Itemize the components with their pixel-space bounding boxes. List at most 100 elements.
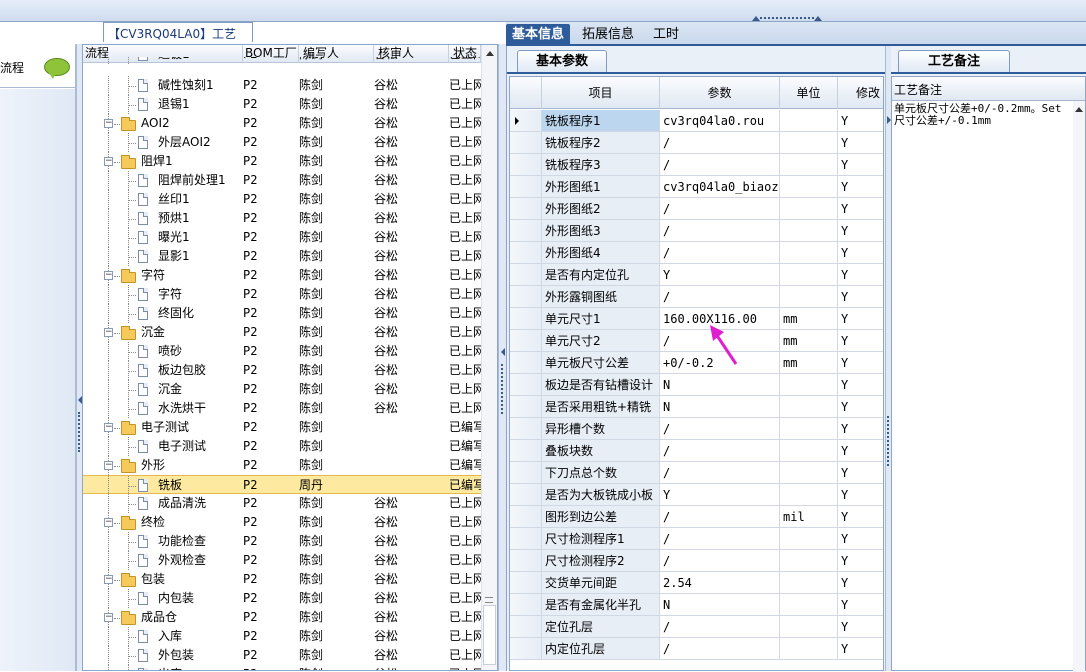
tab-work-hours[interactable]: 工时 <box>647 24 685 46</box>
param-modify-cell[interactable]: Y <box>838 198 883 220</box>
notes-text[interactable]: 单元板尺寸公差+0/-0.2mm。Set尺寸公差+/-0.1mm <box>894 103 1072 127</box>
tree-row[interactable]: 电子测试 P2 陈剑 已编写 <box>83 437 481 456</box>
collapse-toggle-icon[interactable]: − <box>104 423 113 432</box>
tree-row-label[interactable]: 曝光1 <box>158 228 190 247</box>
tree-row[interactable]: 铣板 P2 周丹 已编写 <box>83 475 481 495</box>
tree-row-label[interactable]: 成品清洗 <box>158 494 206 513</box>
tree-row-label[interactable]: 外包装 <box>158 646 194 665</box>
param-row[interactable]: 定位孔层 / Y <box>510 616 883 638</box>
param-unit-cell[interactable] <box>780 374 838 396</box>
tree-row[interactable]: − 外形 P2 陈剑 已编写 <box>83 456 481 475</box>
param-row[interactable]: 尺寸检测程序1/ Y <box>510 528 883 550</box>
tree-row-label[interactable]: 显影1 <box>158 247 190 266</box>
param-row[interactable]: 铣板程序3/ Y <box>510 154 883 176</box>
tree-row-label[interactable]: 丝印1 <box>158 190 190 209</box>
param-value-cell[interactable]: Y <box>660 264 780 286</box>
tree-row[interactable]: 外包装 P2 陈剑 谷松 已上网 <box>83 646 481 665</box>
tree-row-label[interactable]: 终检 <box>141 513 165 532</box>
param-row[interactable]: 是否有内定位孔 Y Y <box>510 264 883 286</box>
tree-row-label[interactable]: 功能检查 <box>158 532 206 551</box>
param-modify-cell[interactable]: Y <box>838 638 883 660</box>
param-value-cell[interactable]: / <box>660 198 780 220</box>
param-value-cell[interactable]: N <box>660 594 780 616</box>
tree-row-label[interactable]: 外形 <box>141 456 165 475</box>
param-modify-cell[interactable]: Y <box>838 286 883 308</box>
tree-row[interactable]: 显影1 P2 陈剑 谷松 已上网 <box>83 247 481 266</box>
param-unit-cell[interactable] <box>780 396 838 418</box>
tree-row-label[interactable]: 阻焊前处理1 <box>158 171 226 190</box>
tree-row[interactable]: − 终检 P2 陈剑 谷松 已上网 <box>83 513 481 532</box>
param-modify-cell[interactable]: Y <box>838 352 883 374</box>
row-indicator[interactable] <box>510 352 542 374</box>
row-indicator[interactable] <box>510 616 542 638</box>
collapse-toggle-icon[interactable]: − <box>104 613 113 622</box>
tree-row-label[interactable]: 字符 <box>158 285 182 304</box>
tree-row-label[interactable]: 预烘1 <box>158 209 190 228</box>
param-unit-cell[interactable] <box>780 462 838 484</box>
param-modify-cell[interactable]: Y <box>838 484 883 506</box>
param-value-cell[interactable]: N <box>660 374 780 396</box>
param-modify-cell[interactable]: Y <box>838 330 883 352</box>
param-modify-cell[interactable]: Y <box>838 308 883 330</box>
param-unit-cell[interactable] <box>780 638 838 660</box>
col-header-item[interactable]: 项目 <box>542 77 660 109</box>
collapse-toggle-icon[interactable]: − <box>104 157 113 166</box>
tree-row[interactable]: 沉金 P2 陈剑 谷松 已上网 <box>83 380 481 399</box>
param-unit-cell[interactable]: mm <box>780 352 838 374</box>
row-indicator[interactable] <box>510 264 542 286</box>
param-row[interactable]: 外形图纸1cv3rq04la0_biaoz... Y <box>510 176 883 198</box>
collapse-right-icon[interactable] <box>814 16 822 21</box>
param-row[interactable]: 外形图纸4/ Y <box>510 242 883 264</box>
param-row[interactable]: 单元板尺寸公差 +0/-0.2 mm Y <box>510 352 883 374</box>
scroll-up-icon[interactable] <box>1075 107 1083 112</box>
tree-row-label[interactable]: 阻焊1 <box>141 152 173 171</box>
col-header-unit[interactable]: 单位 <box>780 77 838 109</box>
param-modify-cell[interactable]: Y <box>838 176 883 198</box>
row-indicator[interactable] <box>510 330 542 352</box>
tree-row[interactable]: 字符 P2 陈剑 谷松 已上网 <box>83 285 481 304</box>
param-value-cell[interactable]: / <box>660 616 780 638</box>
param-modify-cell[interactable]: Y <box>838 418 883 440</box>
param-unit-cell[interactable] <box>780 132 838 154</box>
collapse-toggle-icon[interactable]: − <box>104 518 113 527</box>
tree-row-label[interactable]: 沉金 <box>158 380 182 399</box>
tree-row[interactable]: 碱性蚀刻1 P2 陈剑 谷松 已上网 <box>83 76 481 95</box>
param-value-cell[interactable]: cv3rq04la0.rou <box>660 110 780 132</box>
tree-row[interactable]: 喷砂 P2 陈剑 谷松 已上网 <box>83 342 481 361</box>
row-indicator[interactable] <box>510 110 542 132</box>
row-indicator[interactable] <box>510 396 542 418</box>
tree-row-label[interactable]: 电子测试 <box>141 418 189 437</box>
tree-row-label[interactable]: 沉金 <box>141 323 165 342</box>
param-modify-cell[interactable]: Y <box>838 462 883 484</box>
collapse-toggle-icon[interactable]: − <box>104 461 113 470</box>
notes-scrollbar[interactable] <box>1073 101 1085 672</box>
param-modify-cell[interactable]: Y <box>838 374 883 396</box>
tree-row-label[interactable]: 退锡1 <box>158 95 190 114</box>
param-unit-cell[interactable] <box>780 418 838 440</box>
tree-row[interactable]: 入库 P2 陈剑 谷松 已上网 <box>83 627 481 646</box>
scroll-up-icon[interactable] <box>486 51 494 56</box>
param-unit-cell[interactable] <box>780 550 838 572</box>
tree-row-label[interactable]: 板边包胶 <box>158 361 206 380</box>
tree-row[interactable]: − AOI2 P2 陈剑 谷松 已上网 <box>83 114 481 133</box>
param-unit-cell[interactable] <box>780 484 838 506</box>
tree-row[interactable]: − 电子测试 P2 陈剑 已编写 <box>83 418 481 437</box>
param-value-cell[interactable]: Y <box>660 484 780 506</box>
param-unit-cell[interactable] <box>780 198 838 220</box>
tree-row[interactable]: 功能检查 P2 陈剑 谷松 已上网 <box>83 532 481 551</box>
tree-row-label[interactable]: 铣板 <box>158 476 182 495</box>
tree-row-label[interactable]: 终固化 <box>158 304 194 323</box>
param-row[interactable]: 异形槽个数 / Y <box>510 418 883 440</box>
param-unit-cell[interactable] <box>780 154 838 176</box>
param-value-cell[interactable]: / <box>660 462 780 484</box>
collapse-left-icon[interactable] <box>752 16 760 21</box>
tree-row[interactable]: 出库 P2陈剑谷松已上网 <box>83 665 481 670</box>
param-row[interactable]: 外形图纸3/ Y <box>510 220 883 242</box>
scroll-thumb[interactable] <box>483 605 496 665</box>
speech-bubble-icon[interactable] <box>44 58 70 79</box>
param-modify-cell[interactable]: Y <box>838 154 883 176</box>
tree-row-label[interactable]: 成品仓 <box>141 608 177 627</box>
param-value-cell[interactable]: cv3rq04la0_biaoz... <box>660 176 780 198</box>
collapse-toggle-icon[interactable]: − <box>104 328 113 337</box>
param-modify-cell[interactable]: Y <box>838 440 883 462</box>
